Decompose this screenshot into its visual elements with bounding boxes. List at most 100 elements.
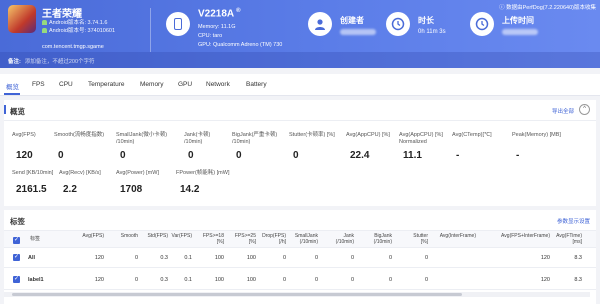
tab-battery[interactable]: Battery	[246, 81, 267, 88]
table-cell: 0	[388, 277, 392, 283]
column-header[interactable]: SmallJank (/10min)	[295, 233, 318, 245]
column-header[interactable]: Drop(FPS) [/h]	[262, 233, 286, 245]
metric-value: -	[516, 150, 520, 161]
column-header[interactable]: Stutter [%]	[413, 233, 428, 245]
column-header[interactable]: FPS>=25 [%]	[235, 233, 256, 245]
table-cell: 100	[214, 277, 224, 283]
table-cell: 0	[424, 255, 428, 261]
metric-value: 0	[188, 150, 194, 161]
table-cell: 100	[246, 255, 256, 261]
table-cell: 0.3	[160, 255, 168, 261]
creator-label: 创建者	[340, 16, 364, 25]
section-marker	[4, 105, 6, 114]
metric-label: BigJank(严重卡顿) /10min)	[232, 132, 278, 145]
metric-label: SmallJank(微小卡顿) /10min)	[116, 132, 168, 145]
device-gpu: GPU: Qualcomm Adreno (TM) 730	[198, 42, 283, 48]
row-label: All	[28, 255, 36, 261]
table-row[interactable]: ✓ label1 120 0 0.3 0.1 100 100 0 0 0 0 0 120 8.3	[4, 270, 596, 290]
metric-label: Smooth(流畅度指数)	[54, 132, 105, 138]
collapse-button[interactable]: ^	[579, 104, 590, 115]
metric-value: 14.2	[180, 184, 200, 195]
column-header[interactable]: Avg(FTime) [ms]	[556, 233, 582, 245]
table-cell: 120	[94, 277, 104, 283]
column-header[interactable]: FPS>=18 [%]	[203, 233, 224, 245]
device-name: V2218A ®	[198, 8, 241, 20]
select-all-checkbox[interactable]: ✓	[13, 237, 20, 244]
metric-label: Avg(AppCPU) [%] Normalized	[399, 132, 443, 145]
metric-label: FPower(帧能耗) [mW]	[176, 170, 230, 176]
metric-label: Avg(CTemp)[℃]	[452, 132, 492, 138]
horizontal-scrollbar[interactable]	[4, 292, 590, 297]
table-cell: 0	[388, 255, 392, 261]
tab-overview[interactable]: 概览	[6, 81, 19, 91]
table-cell: 120	[540, 255, 550, 261]
column-header[interactable]: Avg(FPS+InterFrame)	[501, 233, 550, 239]
duration-label: 时长	[418, 16, 434, 25]
device-memory: Memory: 11.1G	[198, 24, 236, 30]
note-bar[interactable]: 备注: 添加备注，不超过200个字符	[0, 52, 600, 68]
scrollbar-thumb[interactable]	[12, 293, 462, 296]
metric-label: Avg(Power) [mW]	[116, 170, 159, 176]
table-cell: 0	[424, 277, 428, 283]
row-checkbox[interactable]: ✓	[13, 254, 20, 261]
note-label: 备注:	[8, 59, 21, 65]
metric-value: 1708	[120, 184, 143, 195]
active-tab-indicator	[4, 93, 20, 95]
duration-value: 0h 11m 3s	[418, 29, 446, 35]
tab-fps[interactable]: FPS	[32, 81, 45, 88]
table-cell: 100	[214, 255, 224, 261]
table-cell: 0	[314, 255, 318, 261]
device-cpu: CPU: taro	[198, 33, 223, 39]
divider	[150, 8, 151, 52]
tab-gpu[interactable]: GPU	[178, 81, 192, 88]
row-label: label1	[28, 277, 44, 283]
column-header[interactable]: Avg(FPS)	[82, 233, 104, 239]
table-cell: 0.1	[184, 277, 192, 283]
metric-value: 11.1	[403, 150, 422, 161]
column-header[interactable]: 标签	[30, 236, 40, 242]
column-header[interactable]: Var(FPS)	[172, 233, 192, 239]
table-cell: 0	[134, 277, 138, 283]
table-cell: 0	[134, 255, 138, 261]
package-name: com.tencent.tmgp.sgame	[42, 44, 104, 50]
tab-cpu[interactable]: CPU	[59, 81, 73, 88]
column-header[interactable]: Avg(InterFrame)	[440, 233, 476, 239]
column-header[interactable]: BigJank (/10min)	[374, 233, 392, 245]
overview-panel: 概览 导出全部 ^ Avg(FPS) 120 Smooth(流畅度指数) 0 Small…	[4, 100, 596, 206]
column-header[interactable]: Jank (/10min)	[336, 233, 354, 245]
tab-temperature[interactable]: Temperature	[88, 81, 125, 88]
labels-title: 标签	[10, 217, 25, 226]
metric-label: Stutter(卡顿率) [%]	[289, 132, 335, 138]
table-cell: 120	[540, 277, 550, 283]
metric-value: 0	[58, 150, 64, 161]
labels-panel: 标签 参数显示设置 ✓ 标签 Avg(FPS) Smooth Std(FPS) Var(…	[4, 210, 596, 304]
metric-value: 0	[293, 150, 299, 161]
table-cell: 120	[94, 255, 104, 261]
table-cell: 0	[314, 277, 318, 283]
tab-memory[interactable]: Memory	[140, 81, 163, 88]
metric-value: 0	[236, 150, 242, 161]
phone-icon	[166, 12, 190, 36]
tab-bar: 概览 FPS CPU Temperature Memory GPU Networ…	[0, 74, 600, 96]
upload-time-label: 上传时间	[502, 16, 534, 25]
metric-label: Avg(FPS)	[12, 132, 36, 138]
row-checkbox[interactable]: ✓	[13, 276, 20, 283]
clock-icon	[386, 12, 410, 36]
column-header[interactable]: Std(FPS)	[147, 233, 168, 239]
export-all-button[interactable]: 导出全部	[552, 107, 574, 115]
tab-network[interactable]: Network	[206, 81, 230, 88]
creator-value	[340, 29, 376, 37]
table-cell: 0	[350, 277, 354, 283]
table-cell: 8.3	[574, 255, 582, 261]
metric-value: -	[456, 150, 460, 161]
display-settings-button[interactable]: 参数显示设置	[557, 217, 590, 225]
column-header[interactable]: Smooth	[121, 233, 138, 239]
upload-clock-icon	[470, 12, 494, 36]
note-input[interactable]: 添加备注，不超过200个字符	[25, 59, 95, 65]
table-cell: 8.3	[574, 277, 582, 283]
upload-time-value	[502, 29, 538, 37]
metric-label: Send [KB/10min]	[12, 170, 54, 176]
table-row[interactable]: ✓ All 120 0 0.3 0.1 100 100 0 0 0 0 0 120 8.3	[4, 248, 596, 268]
user-icon	[308, 12, 332, 36]
metric-label: Jank(卡顿) /10min)	[184, 132, 211, 145]
